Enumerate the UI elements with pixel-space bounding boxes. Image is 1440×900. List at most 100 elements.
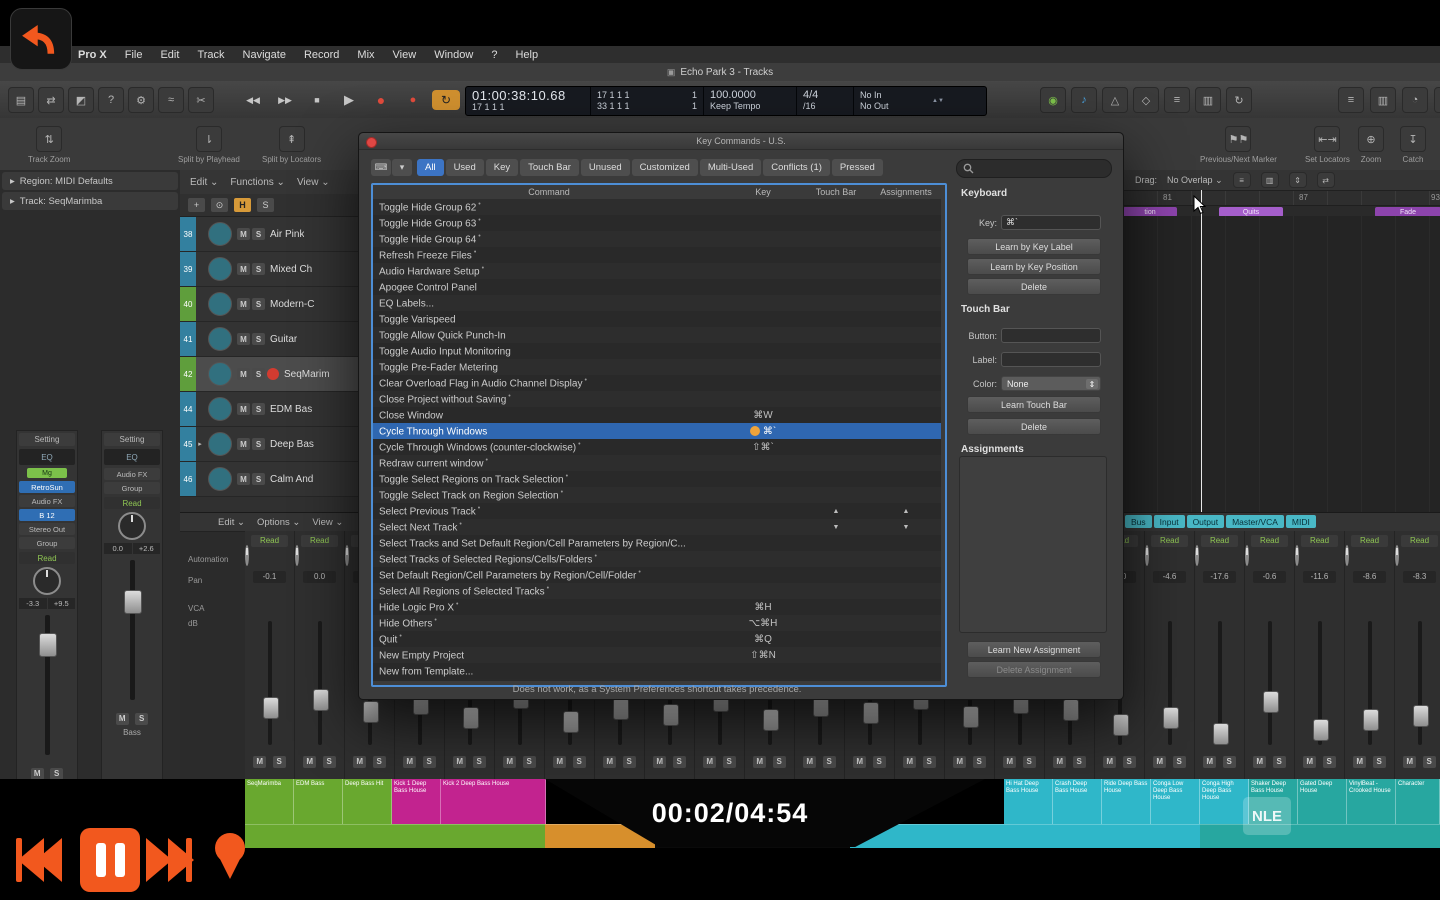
fader-cap[interactable] <box>263 697 279 719</box>
channel-strip-slot[interactable]: Audio FX <box>19 495 75 507</box>
mute-button[interactable]: M <box>237 368 250 380</box>
track-row[interactable]: 45 ▸ M S Deep Bas <box>180 427 358 462</box>
lcd-arrows-icon[interactable]: ▲▼ <box>926 87 958 115</box>
fader-cap[interactable] <box>613 698 629 720</box>
key-command-row[interactable]: Toggle Varispeed <box>373 311 941 327</box>
region-block[interactable]: Hi Hat Deep Bass House <box>1004 779 1053 824</box>
fader-cap[interactable] <box>1413 705 1429 727</box>
record-button[interactable]: ● <box>368 89 394 111</box>
region-block[interactable]: Kick 1 Deep Bass House <box>392 779 441 824</box>
cycle-mode-icon[interactable]: ↻ <box>1226 87 1252 113</box>
mixer-filter-tab[interactable]: Bus <box>1125 515 1152 528</box>
mute-button[interactable]: M <box>953 756 966 768</box>
key-command-row[interactable]: Hide Others• ⌥⌘H <box>373 615 941 631</box>
fader-cap[interactable] <box>1213 723 1229 745</box>
solo-button[interactable]: S <box>252 438 265 450</box>
pan-knob[interactable] <box>1395 545 1399 566</box>
mute-button[interactable]: M <box>1353 756 1366 768</box>
mute-button[interactable]: M <box>1003 756 1016 768</box>
fader-cap[interactable] <box>963 706 979 728</box>
solo-button[interactable]: S <box>1073 756 1086 768</box>
mute-button[interactable]: M <box>653 756 666 768</box>
menu-item[interactable]: File <box>125 49 143 61</box>
solo-button[interactable]: S <box>773 756 786 768</box>
automation-mode-button[interactable]: Read <box>1301 535 1338 547</box>
key-command-row[interactable]: New from Template... <box>373 663 941 679</box>
region-block[interactable]: Gated Deep House <box>1298 779 1347 824</box>
metronome-icon[interactable]: △ <box>1102 87 1128 113</box>
patch-icon[interactable]: ≈ <box>158 87 184 113</box>
solo-button[interactable]: S <box>1173 756 1186 768</box>
zoom-icon[interactable]: ⊕ <box>1358 126 1384 152</box>
menu-item[interactable]: Window <box>434 49 473 61</box>
fader-cap[interactable] <box>39 633 57 657</box>
column-assignments[interactable]: Assignments <box>871 185 941 199</box>
back-button[interactable] <box>10 8 72 70</box>
column-key[interactable]: Key <box>725 185 801 199</box>
mute-button[interactable]: M <box>116 713 129 725</box>
delete-touchbar-button[interactable]: Delete <box>967 418 1101 435</box>
notifications-icon[interactable]: ◔ <box>1402 87 1428 113</box>
stop-button[interactable]: ■ <box>304 89 330 111</box>
mixer-filter-tab[interactable]: Output <box>1187 515 1225 528</box>
fader-cap[interactable] <box>1263 691 1279 713</box>
volume-fader[interactable] <box>1345 619 1394 747</box>
fader-cap[interactable] <box>863 702 879 724</box>
pan-knob[interactable] <box>1295 545 1299 566</box>
region-block[interactable]: Conga High Deep Bass House <box>1200 779 1249 824</box>
eq-thumbnail[interactable]: EQ <box>19 449 75 465</box>
pan-knob[interactable] <box>1345 545 1349 566</box>
filter-tab[interactable]: Unused <box>581 159 630 176</box>
keyboard-view-icon[interactable]: ⌨ <box>371 159 391 176</box>
fader-cap[interactable] <box>363 701 379 723</box>
region-block[interactable]: Character <box>1396 779 1440 824</box>
pan-knob[interactable] <box>1195 545 1199 566</box>
solo-button[interactable]: S <box>1423 756 1436 768</box>
fader-cap[interactable] <box>124 590 142 614</box>
mixer-menu-item[interactable]: Options ⌄ <box>257 517 300 528</box>
fader-cap[interactable] <box>313 689 329 711</box>
region-block[interactable]: EDM Bass <box>294 779 343 824</box>
previous-button[interactable] <box>16 838 62 882</box>
mute-button[interactable]: M <box>453 756 466 768</box>
solo-button[interactable]: S <box>473 756 486 768</box>
setting-button[interactable]: Setting <box>104 433 160 446</box>
mute-button[interactable]: M <box>237 228 250 240</box>
solo-button[interactable]: S <box>723 756 736 768</box>
solo-button[interactable]: S <box>50 768 63 780</box>
mute-button[interactable]: M <box>1403 756 1416 768</box>
dialog-titlebar[interactable]: Key Commands - U.S. <box>359 133 1123 150</box>
tracks-menu-item[interactable]: Functions ⌄ <box>230 177 285 188</box>
solo-button[interactable]: S <box>1223 756 1236 768</box>
key-command-row[interactable]: Toggle Hide Group 63• <box>373 215 941 231</box>
region-segment[interactable] <box>850 824 1200 848</box>
quick-help-icon[interactable]: ? <box>98 87 124 113</box>
pan-knob[interactable] <box>295 545 299 566</box>
channel-strip-slot[interactable]: Group <box>104 482 160 494</box>
menu-item[interactable]: Edit <box>160 49 179 61</box>
solo-button[interactable]: S <box>1023 756 1036 768</box>
key-command-row[interactable]: Toggle Hide Group 62• <box>373 199 941 215</box>
volume-fader[interactable] <box>1195 619 1244 747</box>
pan-knob[interactable] <box>1145 545 1149 566</box>
channel-strip-slot[interactable]: B 12 <box>19 509 75 521</box>
solo-button[interactable]: S <box>523 756 536 768</box>
key-command-row[interactable]: Toggle Allow Quick Punch-In <box>373 327 941 343</box>
learn-by-key-position-button[interactable]: Learn by Key Position <box>967 258 1101 275</box>
solo-button[interactable]: S <box>252 263 265 275</box>
cycle-button[interactable]: ↻ <box>432 90 460 110</box>
setting-button[interactable]: Setting <box>19 433 75 446</box>
track-zoom-icon[interactable]: ⇅ <box>36 126 62 152</box>
track-row[interactable]: 41 M S Guitar <box>180 322 358 357</box>
arrange-grid[interactable] <box>1123 216 1440 512</box>
mute-button[interactable]: M <box>237 473 250 485</box>
learn-by-key-label-button[interactable]: Learn by Key Label <box>967 238 1101 255</box>
key-command-row[interactable]: Set Default Region/Cell Parameters by Re… <box>373 567 941 583</box>
play-button[interactable]: ▶ <box>336 89 362 111</box>
channel-strip-slot[interactable]: Audio FX <box>104 468 160 480</box>
mute-button[interactable]: M <box>753 756 766 768</box>
library-icon[interactable]: ▤ <box>8 87 34 113</box>
menu-item[interactable]: Record <box>304 49 339 61</box>
record-enable-button[interactable] <box>267 368 279 380</box>
automation-mode-button[interactable]: Read <box>1351 535 1388 547</box>
